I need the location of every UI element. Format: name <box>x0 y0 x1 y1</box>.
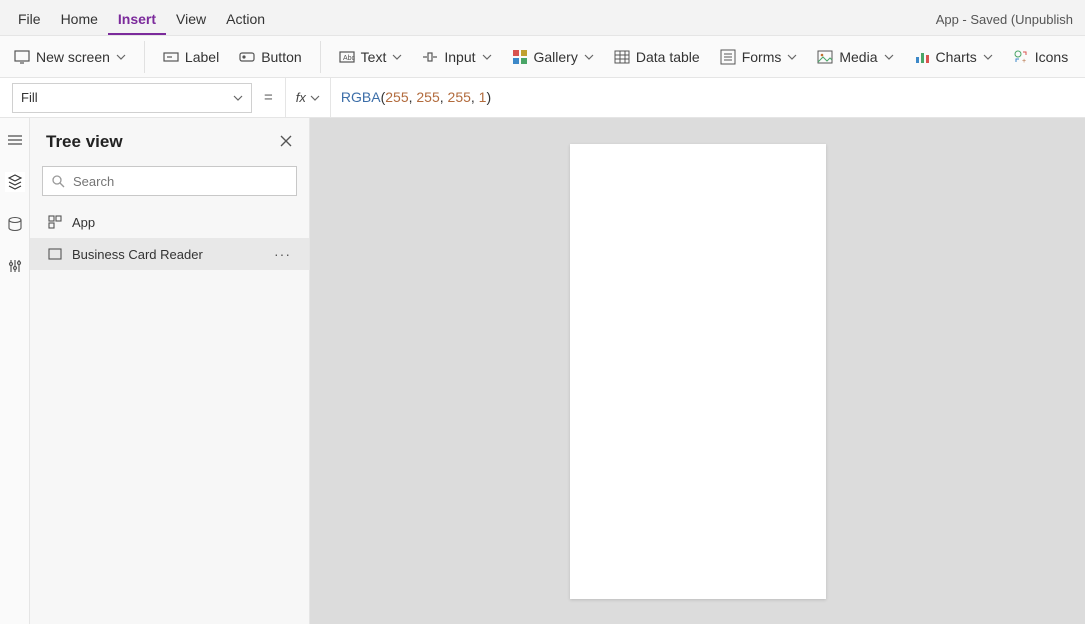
text-icon: Abc <box>339 49 355 65</box>
chevron-down-icon <box>310 93 320 103</box>
data-table-label: Data table <box>636 49 700 65</box>
screen-icon <box>14 49 30 65</box>
gallery-label: Gallery <box>534 49 578 65</box>
media-label: Media <box>839 49 877 65</box>
formula-bar: Fill = fx RGBA(255, 255, 255, 1) <box>0 78 1085 118</box>
table-icon <box>614 49 630 65</box>
left-rail <box>0 118 30 624</box>
property-name: Fill <box>21 90 38 105</box>
tab-file[interactable]: File <box>8 3 51 35</box>
button-button[interactable]: Button <box>229 45 311 69</box>
search-input[interactable] <box>42 166 297 196</box>
svg-text:+: + <box>1022 58 1026 65</box>
forms-button[interactable]: Forms <box>710 45 808 69</box>
tree-item-screen[interactable]: Business Card Reader ··· <box>30 238 309 270</box>
fx-button[interactable]: fx <box>286 90 330 105</box>
app-status: App - Saved (Unpublish <box>936 12 1077 35</box>
screen-item-icon <box>48 247 62 261</box>
tab-view[interactable]: View <box>166 3 216 35</box>
chevron-down-icon <box>116 52 126 62</box>
chevron-down-icon <box>983 52 993 62</box>
label-label: Label <box>185 49 219 65</box>
media-button[interactable]: Media <box>807 45 903 69</box>
rail-data-icon[interactable] <box>5 214 25 234</box>
text-button[interactable]: Abc Text <box>329 45 413 69</box>
app-screen[interactable] <box>570 144 826 599</box>
forms-icon <box>720 49 736 65</box>
input-button[interactable]: Input <box>412 45 501 69</box>
ribbon: New screen Label Button Abc Text Input G… <box>0 36 1085 78</box>
search-field[interactable] <box>73 174 288 189</box>
chevron-down-icon <box>233 93 243 103</box>
tab-insert[interactable]: Insert <box>108 3 166 35</box>
icons-icon: + <box>1013 49 1029 65</box>
chevron-down-icon <box>884 52 894 62</box>
input-icon <box>422 49 438 65</box>
more-button[interactable]: ··· <box>270 246 295 262</box>
tree-item-label: App <box>72 215 95 230</box>
button-label: Button <box>261 49 301 65</box>
svg-text:Abc: Abc <box>343 55 355 62</box>
label-button[interactable]: Label <box>153 45 229 69</box>
data-table-button[interactable]: Data table <box>604 45 710 69</box>
tree-item-app[interactable]: App <box>30 206 309 238</box>
icons-label: Icons <box>1035 49 1068 65</box>
top-tabs: File Home Insert View Action App - Saved… <box>0 0 1085 36</box>
fx-label: fx <box>296 90 306 105</box>
rail-hamburger-icon[interactable] <box>5 130 25 150</box>
chevron-down-icon <box>392 52 402 62</box>
chevron-down-icon <box>482 52 492 62</box>
tree-view-panel: Tree view App Business Card Reader ··· <box>30 118 310 624</box>
formula-expression[interactable]: RGBA(255, 255, 255, 1) <box>331 89 1085 106</box>
rail-tree-view-icon[interactable] <box>5 172 25 192</box>
label-icon <box>163 49 179 65</box>
tab-home[interactable]: Home <box>51 3 108 35</box>
tree-item-label: Business Card Reader <box>72 247 203 262</box>
input-label: Input <box>444 49 475 65</box>
gallery-icon <box>512 49 528 65</box>
close-icon[interactable] <box>279 134 293 151</box>
charts-button[interactable]: Charts <box>904 45 1003 69</box>
charts-icon <box>914 49 930 65</box>
property-select[interactable]: Fill <box>12 83 252 113</box>
chevron-down-icon <box>584 52 594 62</box>
new-screen-label: New screen <box>36 49 110 65</box>
tab-action[interactable]: Action <box>216 3 275 35</box>
charts-label: Charts <box>936 49 977 65</box>
chevron-down-icon <box>787 52 797 62</box>
text-label: Text <box>361 49 387 65</box>
panel-title: Tree view <box>46 132 123 152</box>
gallery-button[interactable]: Gallery <box>502 45 604 69</box>
rail-advanced-icon[interactable] <box>5 256 25 276</box>
new-screen-button[interactable]: New screen <box>4 45 136 69</box>
tree-list: App Business Card Reader ··· <box>30 206 309 624</box>
canvas-area[interactable] <box>310 118 1085 624</box>
app-icon <box>48 215 62 229</box>
media-icon <box>817 49 833 65</box>
button-icon <box>239 49 255 65</box>
search-icon <box>51 174 65 188</box>
forms-label: Forms <box>742 49 782 65</box>
icons-button[interactable]: + Icons <box>1003 45 1078 69</box>
equals-sign: = <box>264 89 273 106</box>
